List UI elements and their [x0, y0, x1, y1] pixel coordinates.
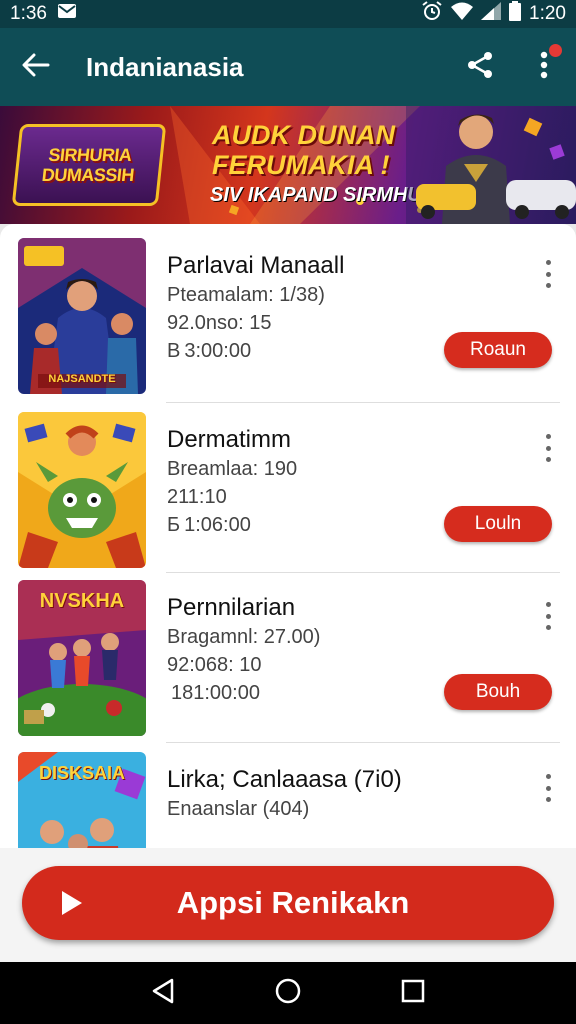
- nav-home-icon: [274, 977, 302, 1010]
- item-thumbnail[interactable]: NAJSANDTE: [18, 238, 146, 394]
- item-duration-prefix: Б: [167, 514, 181, 536]
- mail-icon: [57, 3, 77, 25]
- divider: [166, 572, 560, 573]
- item-meta: Bragamnl: 27.00): [167, 626, 321, 648]
- more-vert-icon: [540, 51, 548, 84]
- item-title: Pernnilarian: [167, 594, 296, 621]
- nav-back-icon: [151, 978, 175, 1009]
- item-title: Lirka; Canlaaasa (7i0): [167, 766, 402, 793]
- banner-headline-line2: FERUMAKIA !: [212, 150, 390, 180]
- item-action-button[interactable]: Bouh: [444, 674, 552, 710]
- signal-icon: [481, 2, 502, 26]
- cta-area: Appsi Renikakn: [0, 848, 576, 962]
- promo-banner[interactable]: SIRHURIA DUMASSIH AUDK DUNAN FERUMAKIA !…: [0, 106, 576, 224]
- item-duration-prefix: В: [167, 340, 181, 362]
- list-item[interactable]: Dermatimm Breamlaa: 190 211:10 Б 1:06:00…: [0, 412, 576, 582]
- app-title: Indanianasia: [86, 51, 244, 82]
- back-button[interactable]: [0, 28, 72, 106]
- play-icon: [22, 866, 102, 940]
- item-more-button[interactable]: [538, 430, 558, 466]
- nav-recents-icon: [401, 979, 425, 1008]
- banner-headline: AUDK DUNAN FERUMAKIA !: [212, 120, 395, 180]
- item-more-button[interactable]: [538, 256, 558, 292]
- thumb-caption: NAJSANDTE: [48, 373, 116, 385]
- status-bar: 1:36 1:20: [0, 0, 576, 28]
- banner-subline: SIV IKAPAND SIRMHU: [210, 184, 422, 206]
- primary-cta-button[interactable]: Appsi Renikakn: [22, 866, 554, 940]
- item-duration-value: 1:06:00: [184, 514, 251, 536]
- thumb-caption: DISKSAIA: [38, 763, 125, 783]
- item-meta-secondary: 211:10: [167, 486, 227, 508]
- item-meta: Pteamalam: 1/38): [167, 284, 325, 306]
- system-nav-bar: [0, 962, 576, 1024]
- item-duration: Б 1:06:00: [167, 514, 251, 537]
- status-time-right: 1:20: [529, 3, 566, 24]
- nav-back-button[interactable]: [133, 963, 193, 1023]
- item-action-button[interactable]: Roaun: [444, 332, 552, 368]
- item-duration-value: 181:00:00: [171, 682, 260, 704]
- game-list: NAJSANDTE Parlavai Manaall Pteamalam: 1/…: [0, 224, 576, 848]
- app-bar: Indanianasia: [0, 28, 576, 106]
- nav-recents-button[interactable]: [383, 963, 443, 1023]
- item-duration: В 3:00:00: [167, 340, 251, 363]
- item-more-button[interactable]: [538, 770, 558, 806]
- thumb-caption: NVSKHA: [39, 590, 125, 612]
- banner-logo: SIRHURIA DUMASSIH: [11, 124, 167, 206]
- battery-icon: [509, 1, 522, 27]
- item-meta-secondary: 92.0nso: 15: [167, 312, 272, 334]
- banner-logo-line1: SIRHURIA: [47, 145, 133, 165]
- back-arrow-icon: [22, 53, 50, 82]
- divider: [166, 402, 560, 403]
- list-item[interactable]: DISKSAIA Lirka; Canlaaasa (7i0) Enaansla…: [0, 752, 576, 848]
- item-thumbnail[interactable]: DISKSAIA: [18, 752, 146, 848]
- banner-headline-line1: AUDK DUNAN: [212, 120, 395, 150]
- banner-hero-art: [406, 106, 576, 224]
- item-more-button[interactable]: [538, 598, 558, 634]
- overflow-menu-button[interactable]: [512, 28, 576, 106]
- item-title: Parlavai Manaall: [167, 252, 345, 279]
- share-button[interactable]: [448, 28, 512, 106]
- notification-badge: [549, 44, 562, 57]
- nav-home-button[interactable]: [258, 963, 318, 1023]
- item-title: Dermatimm: [167, 426, 291, 453]
- item-action-button[interactable]: Louln: [444, 506, 552, 542]
- item-meta-secondary: 92:068: 10: [167, 654, 262, 676]
- item-thumbnail[interactable]: NVSKHA: [18, 580, 146, 736]
- wifi-icon: [451, 2, 474, 26]
- banner-logo-line2: DUMASSIH: [40, 165, 135, 185]
- alarm-icon: [421, 1, 443, 27]
- share-icon: [466, 51, 494, 84]
- item-meta: Breamlaa: 190: [167, 458, 298, 480]
- list-item[interactable]: NVSKHA Pernnilarian Bragamnl: 27.00) 92:…: [0, 580, 576, 750]
- list-item[interactable]: NAJSANDTE Parlavai Manaall Pteamalam: 1/…: [0, 238, 576, 408]
- primary-cta-label: Appsi Renikakn: [176, 885, 410, 920]
- item-thumbnail[interactable]: [18, 412, 146, 568]
- status-time: 1:36: [10, 3, 47, 24]
- divider: [166, 742, 560, 743]
- item-meta: Enaanslar (404): [167, 798, 310, 820]
- item-duration-value: 3:00:00: [184, 340, 252, 362]
- item-duration: 181:00:00: [167, 682, 260, 705]
